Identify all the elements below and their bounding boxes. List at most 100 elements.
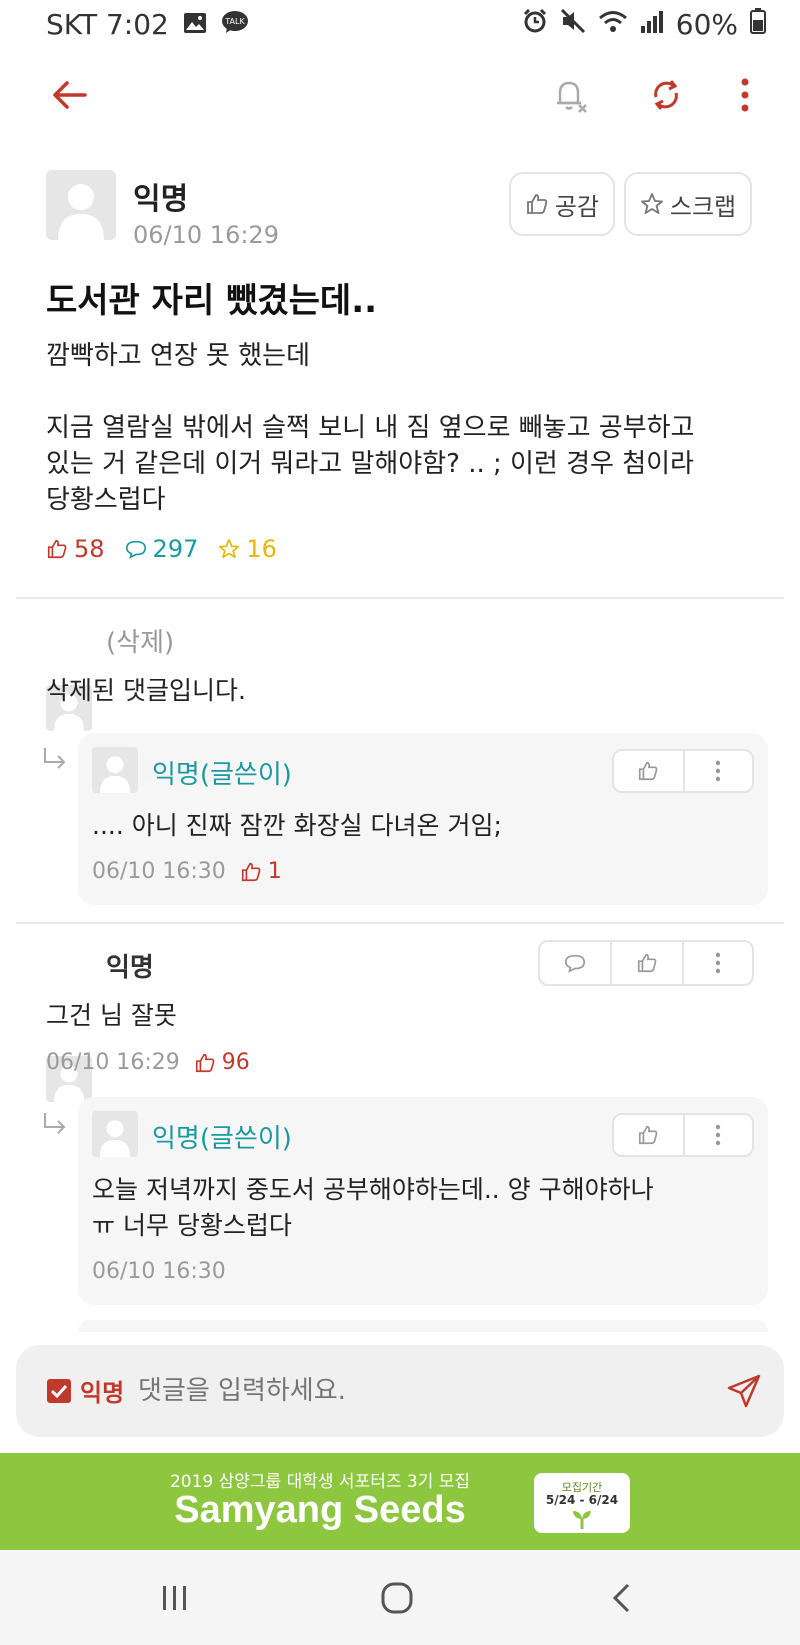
reply-more-button[interactable]	[682, 1115, 752, 1155]
post-scrap-count: 16	[218, 535, 277, 563]
star-outline-icon	[219, 539, 240, 559]
post-author: 익명	[133, 182, 189, 217]
user-silhouette-icon	[99, 756, 131, 793]
reply-like-button[interactable]	[614, 751, 683, 791]
banner-badge-dates: 5/24 - 6/24	[545, 1493, 619, 1507]
avatar	[46, 170, 116, 240]
recent-apps-button[interactable]	[140, 1570, 210, 1626]
thumbs-up-icon	[527, 194, 548, 214]
star-outline-icon	[640, 193, 663, 214]
sprout-icon	[573, 1511, 591, 1529]
reply-author: 익명(글쓴이)	[152, 760, 292, 790]
avatar	[92, 1111, 138, 1157]
refresh-button[interactable]	[636, 65, 696, 125]
reply-meta: 06/10 16:30	[92, 1259, 226, 1284]
post-body-line: 지금 열람실 밖에서 슬쩍 보니 내 짐 옆으로 빼놓고 공부하고	[46, 413, 695, 443]
reply-author: 익명(글쓴이)	[152, 1124, 292, 1154]
carrier-time: SKT 7:02	[46, 8, 169, 41]
thumbs-up-icon	[241, 862, 261, 881]
recent-apps-icon	[163, 1586, 186, 1610]
status-bar: SKT 7:02 TALK 60%	[0, 0, 800, 50]
reply-actions	[612, 1113, 754, 1157]
more-vertical-icon	[715, 952, 721, 974]
post-like-count: 58	[46, 535, 105, 563]
comment-icon	[565, 954, 585, 973]
svg-text:TALK: TALK	[224, 17, 245, 26]
anonymous-label: 익명	[80, 1379, 125, 1407]
reply-actions	[612, 749, 754, 793]
user-silhouette-icon	[99, 1120, 131, 1157]
scrap-button-label: 스크랩	[669, 192, 737, 221]
comment-text: 그건 님 잘못	[46, 1001, 177, 1030]
comment-reply-button[interactable]	[540, 942, 610, 984]
notification-off-button[interactable]	[540, 65, 600, 125]
comment-more-button[interactable]	[682, 942, 752, 984]
comment-text: 삭제된 댓글입니다.	[46, 676, 246, 705]
status-right: 60%	[522, 8, 766, 41]
anonymous-toggle[interactable]: 익명	[46, 1373, 124, 1408]
comment-author: 익명	[106, 953, 154, 983]
reply-time: 06/10 16:30	[92, 1259, 226, 1284]
more-menu-button[interactable]	[720, 65, 770, 125]
post-body-line: 당황스럽다	[46, 485, 166, 515]
divider	[16, 922, 784, 924]
home-button[interactable]	[362, 1570, 432, 1626]
refresh-icon	[654, 80, 678, 110]
arrow-left-icon	[53, 81, 87, 109]
wifi-icon	[598, 8, 628, 41]
comment-like-button[interactable]	[610, 942, 682, 984]
system-nav-bar	[0, 1550, 800, 1645]
comment-author: (삭제)	[106, 628, 175, 658]
battery-icon	[750, 8, 766, 41]
user-silhouette-icon	[58, 184, 104, 240]
post-body-line: 있는 거 같은데 이거 뭐라고 말해야함? .. ; 이런 경우 첨이라	[46, 449, 694, 479]
alarm-icon	[522, 8, 548, 41]
system-back-button[interactable]	[586, 1570, 656, 1626]
avatar	[92, 747, 138, 793]
thumbs-up-icon	[637, 953, 657, 973]
send-icon	[727, 1374, 761, 1408]
reply-container: 익명(글쓴이) .... 아니 진짜 잠깐 화장실 다녀온 거임; 06/10 …	[78, 733, 768, 905]
reply-time: 06/10 16:30	[92, 859, 226, 884]
reply-text: .... 아니 진짜 잠깐 화장실 다녀온 거임;	[92, 811, 502, 840]
reply-arrow-icon	[42, 1111, 68, 1139]
banner-ad[interactable]: 2019 삼양그룹 대학생 서포터즈 3기 모집 Samyang Seeds 모…	[0, 1453, 800, 1550]
more-vertical-icon	[716, 1124, 721, 1146]
app-bar	[0, 55, 800, 145]
thumbs-up-icon	[639, 761, 658, 781]
reply-container: 익명(글쓴이) 오늘 저녁까지 중도서 공부해야하는데.. 양 구해야하나 ㅠ …	[78, 1097, 768, 1305]
send-button[interactable]	[716, 1363, 772, 1419]
comment-time: 06/10 16:29	[46, 1050, 180, 1075]
more-vertical-icon	[716, 760, 721, 782]
thumbs-up-icon	[195, 1053, 215, 1072]
more-vertical-icon	[741, 78, 749, 112]
comment-icon	[125, 540, 146, 559]
back-button[interactable]	[40, 65, 100, 125]
home-icon	[381, 1582, 413, 1614]
reply-like-button[interactable]	[614, 1115, 683, 1155]
next-reply-peek	[78, 1320, 768, 1332]
thumbs-up-icon	[639, 1125, 658, 1145]
like-button[interactable]: 공감	[509, 172, 615, 236]
scrap-button[interactable]: 스크랩	[624, 172, 752, 236]
battery-percent: 60%	[675, 8, 738, 41]
reply-text-line: ㅠ 너무 당황스럽다	[92, 1211, 292, 1240]
comment-actions	[538, 940, 754, 986]
reply-like-count: 1	[240, 859, 282, 884]
reply-more-button[interactable]	[682, 751, 752, 791]
checkbox-checked-icon	[47, 1378, 71, 1403]
chevron-left-icon	[612, 1583, 630, 1613]
status-left: SKT 7:02 TALK	[46, 8, 249, 41]
reply-meta: 06/10 16:30 1	[92, 859, 282, 884]
comment-input[interactable]	[138, 1363, 698, 1419]
divider	[16, 597, 784, 599]
post-comment-count: 297	[125, 535, 198, 563]
banner-badge: 모집기간 5/24 - 6/24	[534, 1473, 630, 1533]
post-time: 06/10 16:29	[133, 221, 279, 249]
comment-input-bar: 익명	[16, 1345, 784, 1437]
talk-icon: TALK	[221, 8, 249, 41]
like-button-label: 공감	[554, 192, 600, 221]
post-stats: 58 297 16	[46, 535, 277, 563]
post-body-line: 깜빡하고 연장 못 했는데	[46, 341, 310, 371]
signal-icon	[640, 8, 664, 41]
